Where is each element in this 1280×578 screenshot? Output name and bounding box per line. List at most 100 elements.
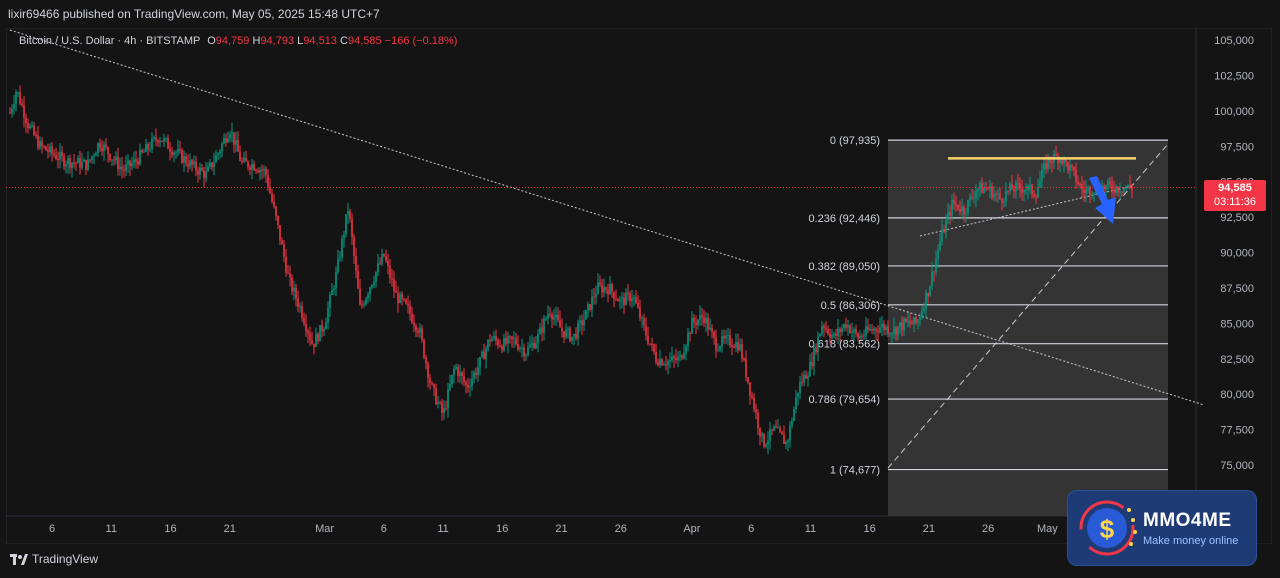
candle-down	[995, 193, 997, 195]
candle-down	[959, 209, 961, 212]
candle-up	[529, 345, 531, 348]
candle-down	[69, 158, 71, 168]
candle-up	[177, 149, 179, 153]
candle-up	[543, 318, 545, 333]
candle-up	[329, 294, 331, 309]
candle-up	[609, 283, 611, 295]
candle-up	[207, 166, 209, 172]
candle-up	[821, 325, 823, 334]
candle-up	[133, 159, 135, 164]
candle-down	[247, 161, 249, 168]
candle-down	[611, 283, 613, 293]
candle-down	[987, 188, 989, 190]
candle-down	[489, 340, 491, 342]
candle-up	[375, 271, 377, 282]
candle-up	[1085, 189, 1087, 194]
candlestick-chart[interactable]: 0 (97,935) 0.236 (92,446) 0.382 (89,050) 0.…	[6, 28, 1272, 544]
y-tick-label: 75,000	[1220, 460, 1254, 472]
candle-down	[197, 170, 199, 175]
candle-up	[837, 328, 839, 337]
candle-down	[747, 377, 749, 383]
candle-up	[1069, 165, 1071, 171]
candle-down	[427, 363, 429, 379]
candle-down	[643, 317, 645, 326]
candle-down	[359, 288, 361, 305]
candle-up	[183, 156, 185, 163]
candle-down	[463, 376, 465, 383]
candle-up	[919, 317, 921, 321]
candle-up	[487, 340, 489, 349]
candle-down	[877, 330, 879, 333]
symbol-label[interactable]: Bitcoin / U.S. Dollar · 4h · BITSTAMP	[19, 35, 200, 47]
candle-down	[467, 384, 469, 388]
badge-subtitle: Make money online	[1143, 535, 1239, 547]
candle-up	[579, 320, 581, 324]
candle-up	[149, 149, 151, 151]
candle-up	[263, 168, 265, 171]
candle-up	[587, 304, 589, 310]
candle-up	[151, 138, 153, 150]
candle-up	[15, 92, 17, 104]
candle-down	[135, 159, 137, 162]
candle-down	[823, 325, 825, 329]
candle-down	[291, 277, 293, 292]
candle-down	[429, 378, 431, 384]
candle-up	[1105, 185, 1107, 190]
candle-down	[313, 343, 315, 347]
candle-up	[983, 188, 985, 194]
candle-up	[841, 328, 843, 333]
candle-up	[889, 333, 891, 335]
candle-up	[369, 287, 371, 295]
candle-down	[169, 148, 171, 152]
candle-down	[157, 140, 159, 143]
tradingview-chart-page: lixir69466 published on TradingView.com,…	[0, 0, 1280, 578]
candle-down	[237, 140, 239, 152]
candle-down	[665, 364, 667, 366]
y-tick-label: 100,000	[1214, 106, 1254, 118]
candle-down	[349, 210, 351, 219]
candle-up	[503, 338, 505, 351]
candle-up	[863, 335, 865, 337]
fib-level-label: 0.5 (86,306)	[821, 300, 880, 312]
candle-down	[711, 327, 713, 333]
candle-up	[885, 326, 887, 330]
candle-down	[121, 166, 123, 170]
candle-down	[495, 336, 497, 341]
candle-up	[507, 336, 509, 344]
candle-up	[165, 138, 167, 140]
badge-title: MMO4ME	[1143, 510, 1232, 531]
candle-up	[929, 286, 931, 297]
candle-down	[265, 168, 267, 176]
candle-down	[187, 163, 189, 167]
candle-up	[913, 317, 915, 324]
candle-up	[217, 153, 219, 156]
candle-down	[9, 112, 11, 114]
candle-down	[465, 382, 467, 385]
candle-down	[1073, 166, 1075, 171]
candle-up	[115, 156, 117, 161]
candle-up	[125, 164, 127, 171]
candle-up	[219, 151, 221, 154]
candle-up	[719, 346, 721, 350]
x-tick-label: 6	[748, 523, 754, 535]
footer[interactable]: TradingView	[10, 552, 98, 566]
candle-down	[751, 395, 753, 398]
candle-up	[173, 152, 175, 155]
candle-down	[311, 339, 313, 344]
open-value: 94,759	[215, 35, 250, 47]
candle-up	[209, 162, 211, 167]
candle-up	[567, 328, 569, 330]
candle-down	[617, 299, 619, 302]
candle-down	[517, 344, 519, 350]
x-tick-label: 16	[164, 523, 176, 535]
candle-down	[849, 325, 851, 333]
candle-down	[101, 147, 103, 152]
candle-down	[693, 317, 695, 323]
candle-up	[941, 229, 943, 242]
candle-down	[599, 282, 601, 285]
x-tick-label: 21	[923, 523, 935, 535]
ohlc-legend: Bitcoin / U.S. Dollar · 4h · BITSTAMP O9…	[19, 35, 457, 47]
candle-up	[131, 163, 133, 167]
candle-down	[137, 161, 139, 165]
candle-down	[827, 328, 829, 334]
